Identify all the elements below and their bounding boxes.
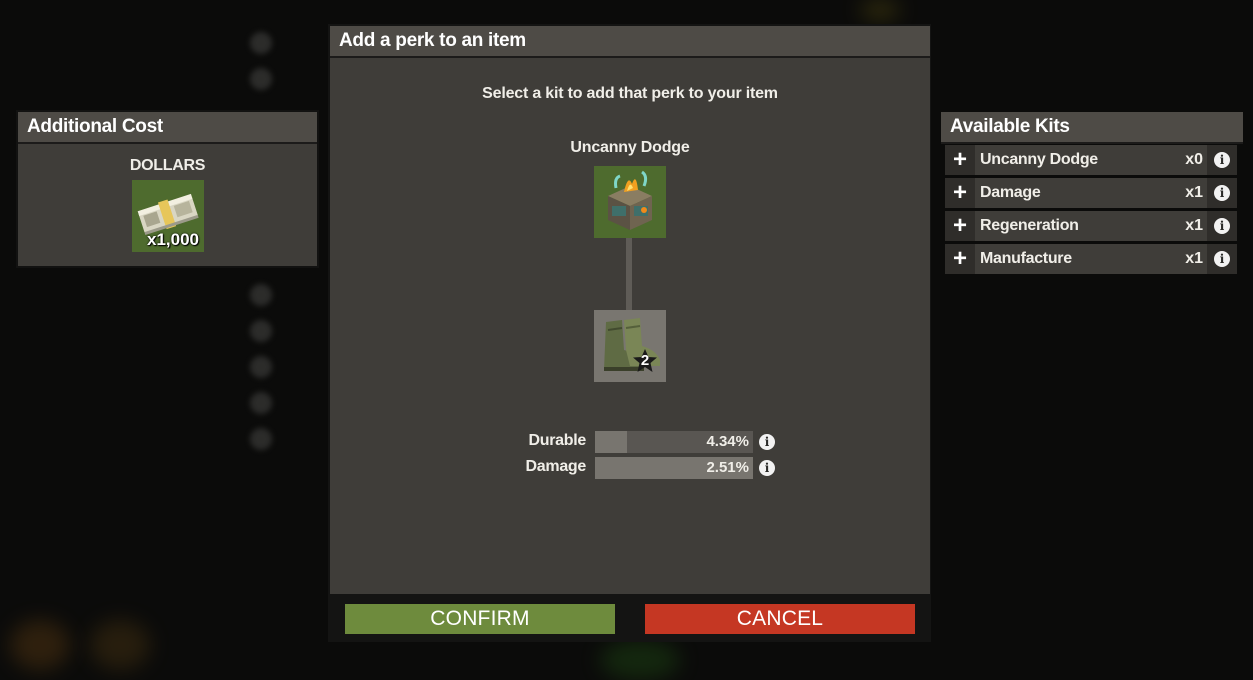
mod-kit-crate-icon (608, 170, 652, 230)
kit-item-damage[interactable]: + Damage x1 i (945, 178, 1237, 208)
kit-name: Regeneration (980, 217, 1079, 234)
target-item-slot[interactable]: 2 (594, 310, 666, 382)
stat-value: 2.51% (706, 459, 749, 476)
stat-value: 4.34% (706, 433, 749, 450)
kit-info-button[interactable]: i (1207, 244, 1237, 274)
kit-name: Uncanny Dodge (980, 151, 1098, 168)
dialog-footer: CONFIRM CANCEL (328, 596, 931, 642)
info-icon[interactable]: i (759, 460, 775, 476)
perk-connector-line (626, 238, 632, 310)
add-plus-icon[interactable]: + (945, 244, 975, 274)
cash-stack-icon: x1,000 (132, 180, 204, 252)
stat-bar: 4.34% (595, 431, 753, 453)
additional-cost-body: DOLLARS x1,000 (18, 144, 317, 266)
item-tier-number: 2 (640, 352, 650, 369)
confirm-button[interactable]: CONFIRM (345, 604, 615, 634)
background-blur (860, 0, 900, 20)
add-perk-dialog: Add a perk to an item Select a kit to ad… (328, 24, 931, 642)
kit-item-manufacture[interactable]: + Manufacture x1 i (945, 244, 1237, 274)
selected-perk-name: Uncanny Dodge (570, 139, 690, 156)
kit-info-button[interactable]: i (1207, 178, 1237, 208)
kit-name: Manufacture (980, 250, 1072, 267)
add-plus-icon[interactable]: + (945, 145, 975, 175)
cost-quantity: x1,000 (147, 230, 199, 249)
cancel-button[interactable]: CANCEL (645, 604, 915, 634)
add-plus-icon[interactable]: + (945, 178, 975, 208)
background-blur (600, 640, 680, 680)
stat-label: Durable (528, 432, 587, 449)
kit-count: x1 (1185, 184, 1203, 201)
background-blur (90, 620, 150, 670)
stat-bar-fill (595, 431, 627, 453)
perk-kit-slot[interactable] (594, 166, 666, 238)
kit-name: Damage (980, 184, 1041, 201)
add-plus-icon[interactable]: + (945, 211, 975, 241)
background-blur (10, 620, 70, 670)
info-icon[interactable]: i (1214, 218, 1230, 234)
kit-item-regeneration[interactable]: + Regeneration x1 i (945, 211, 1237, 241)
kit-count: x1 (1185, 250, 1203, 267)
info-icon[interactable]: i (1214, 185, 1230, 201)
stat-label: Damage (525, 458, 587, 475)
kit-item-uncanny-dodge[interactable]: + Uncanny Dodge x0 i (945, 145, 1237, 175)
kit-count: x0 (1185, 151, 1203, 168)
additional-cost-panel: Additional Cost DOLLARS x1,000 (16, 110, 319, 268)
stat-row-damage: Damage 2.51% i (330, 457, 930, 479)
stat-row-durable: Durable 4.34% i (330, 431, 930, 453)
available-kits-panel: Available Kits + Uncanny Dodge x0 i + Da… (941, 112, 1243, 278)
instruction-text: Select a kit to add that perk to your it… (482, 85, 778, 102)
stat-bar: 2.51% (595, 457, 753, 479)
kit-info-button[interactable]: i (1207, 145, 1237, 175)
tier-star-badge: 2 (632, 348, 658, 374)
kit-info-button[interactable]: i (1207, 211, 1237, 241)
dialog-content: Select a kit to add that perk to your it… (330, 58, 930, 594)
dialog-title: Add a perk to an item (330, 26, 930, 58)
kit-count: x1 (1185, 217, 1203, 234)
info-icon[interactable]: i (1214, 251, 1230, 267)
additional-cost-title: Additional Cost (18, 112, 317, 144)
currency-label: DOLLARS (129, 157, 206, 174)
info-icon[interactable]: i (759, 434, 775, 450)
available-kits-title: Available Kits (941, 112, 1243, 144)
info-icon[interactable]: i (1214, 152, 1230, 168)
